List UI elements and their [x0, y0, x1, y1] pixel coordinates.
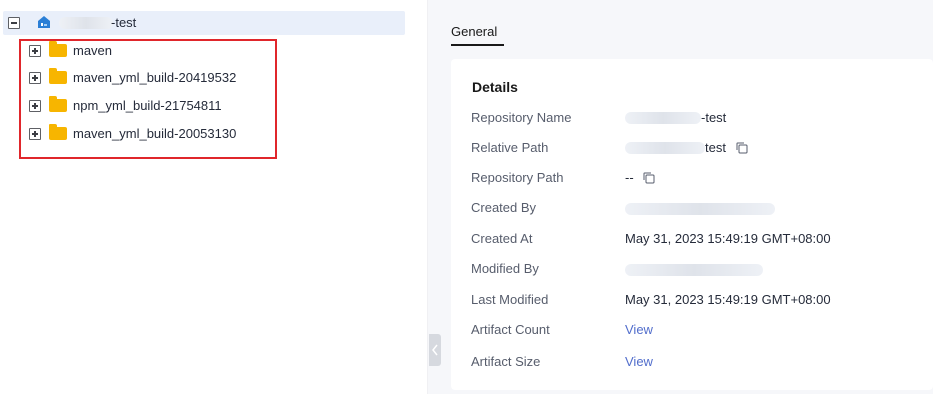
label-created-by: Created By	[471, 200, 537, 215]
repository-name-suffix: -test	[701, 110, 727, 125]
relative-path-suffix: test	[705, 140, 726, 155]
minus-square-icon[interactable]	[8, 17, 20, 29]
plus-square-icon[interactable]	[29, 128, 41, 140]
tree-node-label: maven_yml_build-20419532	[73, 70, 237, 85]
value-created-at: May 31, 2023 15:49:19 GMT+08:00	[625, 231, 831, 246]
folder-icon	[49, 124, 67, 140]
plus-square-icon[interactable]	[29, 45, 41, 57]
redacted-name	[59, 17, 113, 29]
value-created-by	[625, 200, 775, 215]
folder-icon	[49, 68, 67, 84]
value-modified-by	[625, 261, 763, 276]
redacted-name	[625, 111, 701, 124]
value-repository-path: --	[625, 170, 655, 185]
tree-node-maven[interactable]: maven	[29, 41, 269, 61]
folder-icon	[49, 96, 67, 112]
value-relative-path: test	[625, 140, 748, 155]
active-tab-indicator	[451, 44, 504, 46]
repository-icon	[38, 16, 50, 28]
redacted-user	[625, 263, 763, 276]
repository-tree-panel: -test maven maven_yml_build-20419532 npm…	[0, 0, 410, 394]
label-repository-path: Repository Path	[471, 170, 564, 185]
label-artifact-size: Artifact Size	[471, 354, 541, 369]
repository-path-text: --	[625, 170, 634, 185]
plus-square-icon[interactable]	[29, 100, 41, 112]
label-last-modified: Last Modified	[471, 292, 549, 307]
chevron-left-icon	[432, 344, 438, 356]
redacted-user	[625, 202, 775, 215]
redacted-path	[625, 141, 705, 154]
label-created-at: Created At	[471, 231, 533, 246]
tree-node-maven-yml-build-20053130[interactable]: maven_yml_build-20053130	[29, 124, 269, 144]
plus-square-icon[interactable]	[29, 72, 41, 84]
copy-icon[interactable]	[736, 142, 748, 154]
tree-root-label: -test	[111, 15, 137, 30]
value-last-modified: May 31, 2023 15:49:19 GMT+08:00	[625, 292, 831, 307]
details-title: Details	[472, 79, 518, 95]
label-repository-name: Repository Name	[471, 110, 572, 125]
tree-node-maven-yml-build-20419532[interactable]: maven_yml_build-20419532	[29, 68, 269, 88]
tree-node-label: maven	[73, 43, 113, 58]
value-repository-name: -test	[625, 110, 726, 125]
label-modified-by: Modified By	[471, 261, 539, 276]
details-card: Details Repository Name -test Relative P…	[451, 59, 933, 390]
folder-icon	[49, 41, 67, 57]
tree-node-npm-yml-build-21754811[interactable]: npm_yml_build-21754811	[29, 96, 269, 116]
view-artifact-count-link[interactable]: View	[625, 322, 653, 337]
label-relative-path: Relative Path	[471, 140, 549, 155]
panel-collapse-button[interactable]	[429, 334, 441, 366]
label-artifact-count: Artifact Count	[471, 322, 550, 337]
tree-root-node[interactable]: -test	[3, 11, 405, 35]
view-artifact-size-link[interactable]: View	[625, 354, 653, 369]
copy-icon[interactable]	[643, 172, 655, 184]
tree-node-label: npm_yml_build-21754811	[73, 98, 222, 113]
tree-node-label: maven_yml_build-20053130	[73, 126, 237, 141]
